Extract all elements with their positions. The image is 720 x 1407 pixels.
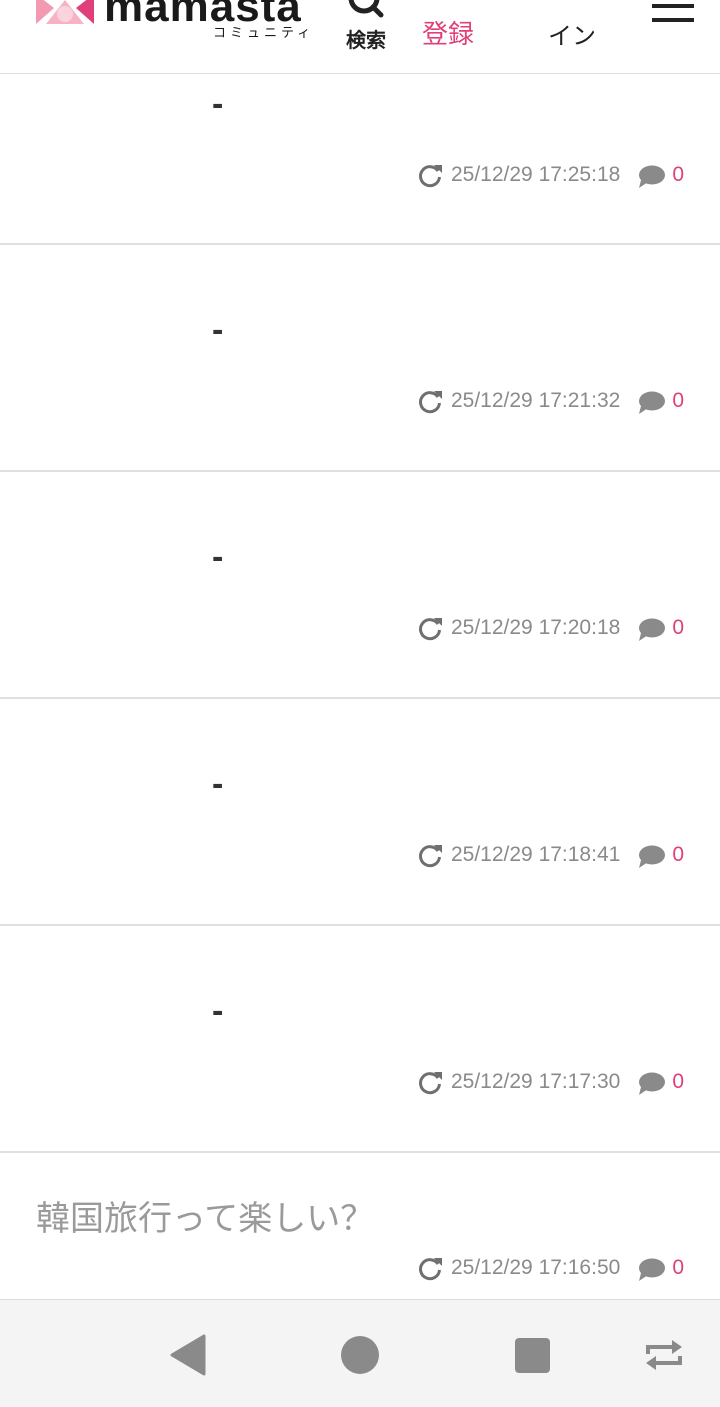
speech-bubble-icon xyxy=(639,1072,666,1095)
back-triangle-icon[interactable] xyxy=(170,1334,206,1376)
post-meta: 25/12/29 17:18:41 0 xyxy=(417,840,684,870)
refresh-icon xyxy=(419,165,442,188)
post-item[interactable]: - 25/12/29 17:17:30 0 xyxy=(0,926,720,1153)
logo-subtitle: コミュニティ xyxy=(213,26,315,41)
post-meta: 25/12/29 17:21:32 0 xyxy=(417,386,684,416)
page: mamasta コミュニティ 検索 登録 イン - 25/12/29 17:25… xyxy=(0,0,720,1407)
hamburger-menu-icon xyxy=(652,18,694,22)
speech-bubble-icon xyxy=(639,391,666,414)
post-title: - xyxy=(212,85,224,123)
search-button[interactable]: 検索 xyxy=(338,0,398,70)
post-timestamp: 25/12/29 17:21:32 xyxy=(450,389,621,412)
post-timestamp: 25/12/29 17:25:18 xyxy=(450,163,621,186)
post-item[interactable]: - 25/12/29 17:21:32 0 xyxy=(0,245,720,472)
speech-bubble-icon xyxy=(639,845,666,868)
site-logo[interactable]: mamasta コミュニティ xyxy=(36,0,316,42)
recent-apps-square-icon[interactable] xyxy=(515,1338,550,1373)
home-circle-icon[interactable] xyxy=(341,1336,379,1374)
post-feed: - 25/12/29 17:25:18 0 - 25/12/29 17:21:3… xyxy=(0,74,720,1313)
search-label: 検索 xyxy=(346,28,386,52)
refresh-icon xyxy=(419,845,442,868)
menu-button[interactable] xyxy=(652,4,694,26)
post-item[interactable]: - 25/12/29 17:20:18 0 xyxy=(0,472,720,699)
comment-count: 0 xyxy=(672,1070,684,1093)
post-meta: 25/12/29 17:25:18 0 xyxy=(417,160,684,190)
logo-mark-icon xyxy=(36,0,94,24)
refresh-icon xyxy=(419,1258,442,1281)
comment-count: 0 xyxy=(672,616,684,639)
post-timestamp: 25/12/29 17:18:41 xyxy=(450,843,621,866)
speech-bubble-icon xyxy=(639,1258,666,1281)
comment-count: 0 xyxy=(672,843,684,866)
comment-count: 0 xyxy=(672,1256,684,1279)
hamburger-menu-icon xyxy=(652,4,694,8)
post-item[interactable]: - 25/12/29 17:25:18 0 xyxy=(0,74,720,245)
post-title: - xyxy=(212,538,224,576)
register-link[interactable]: 登録 xyxy=(422,14,474,51)
system-nav-bar xyxy=(0,1299,720,1407)
refresh-icon xyxy=(419,1072,442,1095)
login-link[interactable]: イン xyxy=(548,16,596,51)
post-timestamp: 25/12/29 17:20:18 xyxy=(450,616,621,639)
post-timestamp: 25/12/29 17:17:30 xyxy=(450,1070,621,1093)
post-title: 韓国旅行って楽しい？ xyxy=(36,1199,375,1239)
post-item[interactable]: - 25/12/29 17:18:41 0 xyxy=(0,699,720,926)
site-header: mamasta コミュニティ 検索 登録 イン xyxy=(0,0,720,74)
comment-count: 0 xyxy=(672,389,684,412)
comment-count: 0 xyxy=(672,163,684,186)
post-title: - xyxy=(212,311,224,349)
rotate-icon[interactable] xyxy=(644,1338,684,1372)
post-meta: 25/12/29 17:17:30 0 xyxy=(417,1067,684,1097)
search-icon xyxy=(348,0,384,18)
refresh-icon xyxy=(419,618,442,641)
post-title: - xyxy=(212,765,224,803)
post-meta: 25/12/29 17:16:50 0 xyxy=(417,1253,684,1283)
post-title: - xyxy=(212,992,224,1030)
refresh-icon xyxy=(419,391,442,414)
post-meta: 25/12/29 17:20:18 0 xyxy=(417,613,684,643)
post-item[interactable]: 韓国旅行って楽しい？ 25/12/29 17:16:50 0 xyxy=(0,1153,720,1313)
speech-bubble-icon xyxy=(639,165,666,188)
post-timestamp: 25/12/29 17:16:50 xyxy=(450,1256,621,1279)
speech-bubble-icon xyxy=(639,618,666,641)
